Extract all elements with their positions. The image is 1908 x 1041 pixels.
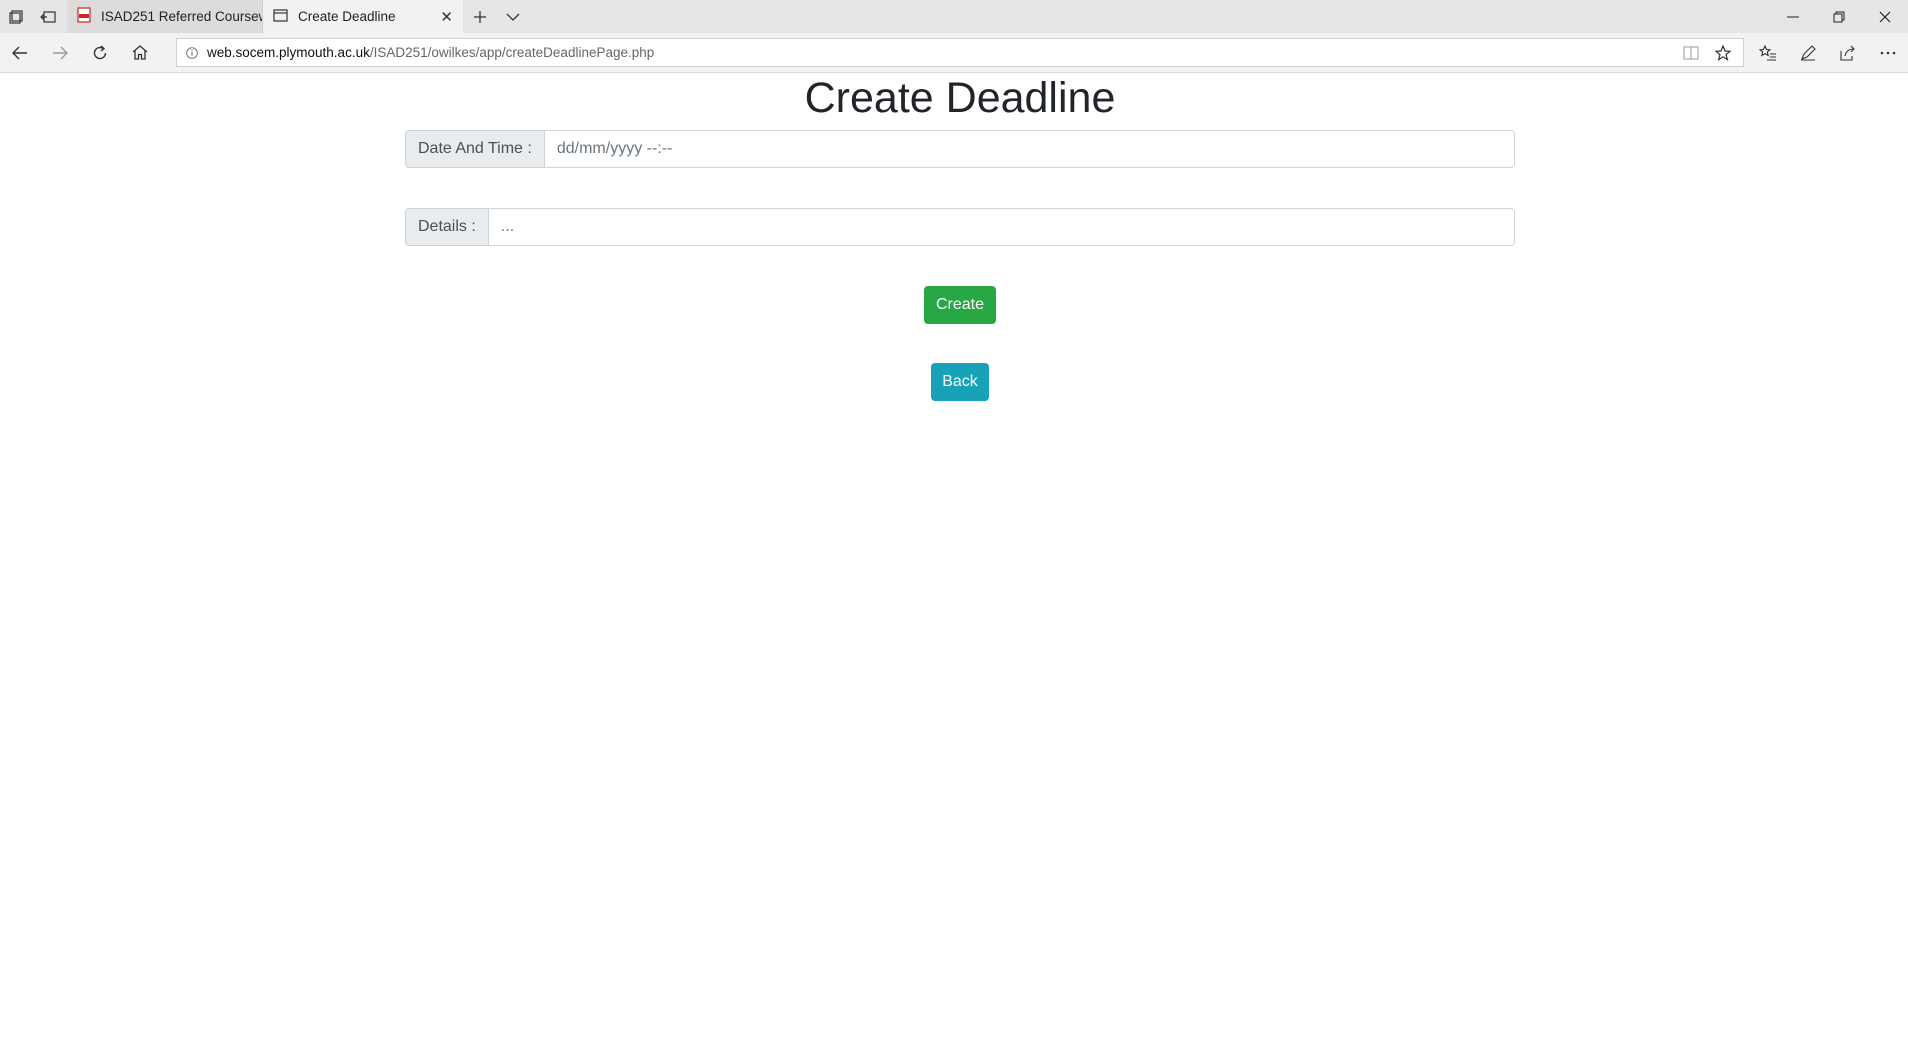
create-button[interactable]: Create [924,286,996,324]
restore-icon[interactable] [1816,0,1862,33]
date-time-group: Date And Time : [405,130,1515,168]
url-host: web.socem.plymouth.ac.uk [207,45,370,60]
close-window-icon[interactable] [1862,0,1908,33]
page-icon [273,8,288,25]
favorites-hub-icon[interactable] [1748,33,1788,73]
info-icon[interactable] [177,46,207,59]
home-icon[interactable] [120,33,160,73]
details-input[interactable] [487,208,1515,246]
minimize-icon[interactable] [1770,0,1816,33]
tab-label: Create Deadline [298,9,396,24]
back-arrow-icon[interactable] [0,33,40,73]
more-options-icon[interactable] [1868,33,1908,73]
favorite-star-icon[interactable] [1711,42,1735,64]
forward-arrow-icon[interactable] [40,33,80,73]
tab-strip: ISAD251 Referred Coursewc Create Deadlin… [0,0,1908,33]
url-path: /ISAD251/owilkes/app/createDeadlinePage.… [369,45,655,60]
details-label: Details : [405,208,488,246]
window-controls [1770,0,1908,33]
tab-create-deadline[interactable]: Create Deadline ✕ [263,0,463,33]
date-time-label: Date And Time : [405,130,544,168]
new-tab-icon[interactable] [463,0,496,33]
pen-notes-icon[interactable] [1788,33,1828,73]
details-group: Details : [405,208,1515,246]
close-tab-icon[interactable]: ✕ [440,8,453,26]
set-aside-tabs-icon[interactable] [32,0,64,33]
tab-label: ISAD251 Referred Coursewc [101,9,262,24]
toolbar-tools [1748,33,1908,73]
chevron-down-icon[interactable] [496,0,529,33]
pdf-icon [77,7,91,26]
refresh-icon[interactable] [80,33,120,73]
tab-preview-icon[interactable] [0,0,32,33]
tab-coursework[interactable]: ISAD251 Referred Coursewc [67,0,263,33]
page-title: Create Deadline [804,74,1116,122]
share-icon[interactable] [1828,33,1868,73]
date-time-input[interactable] [543,130,1515,168]
navigation-bar: web.socem.plymouth.ac.uk/ISAD251/owilkes… [0,33,1908,73]
address-bar[interactable]: web.socem.plymouth.ac.uk/ISAD251/owilkes… [176,38,1744,67]
reading-view-icon[interactable] [1679,42,1703,64]
back-button[interactable]: Back [931,363,989,401]
